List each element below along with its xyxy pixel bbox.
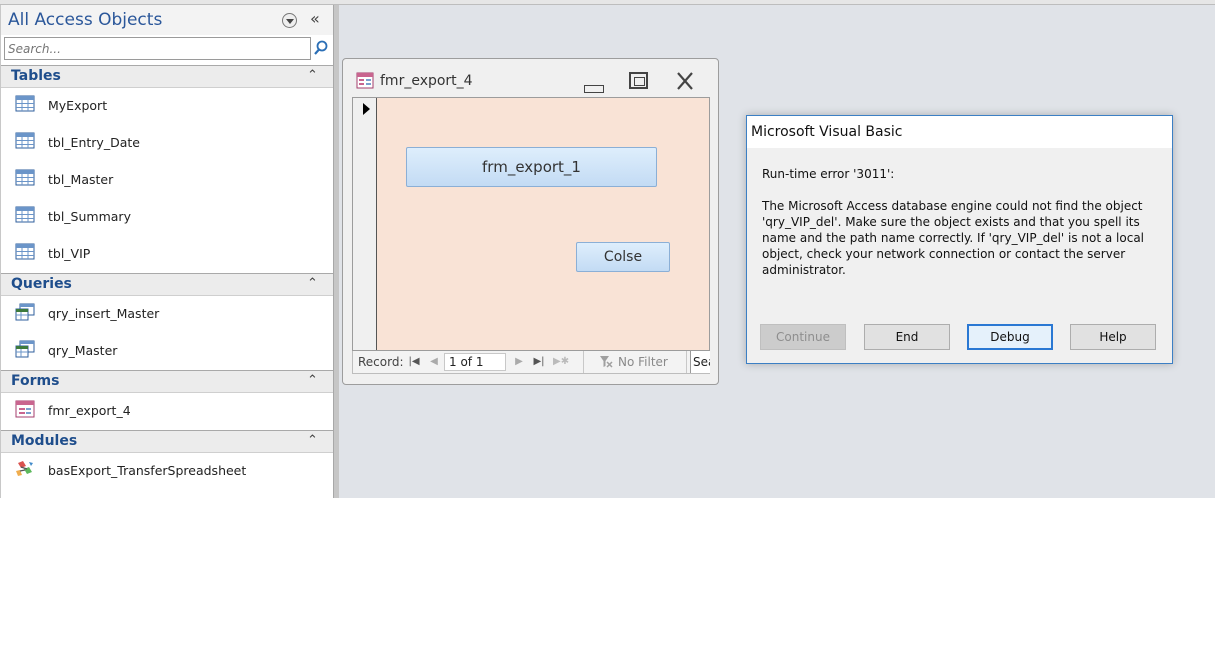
filter-icon — [600, 356, 613, 368]
form-titlebar[interactable]: fmr_export_4 — [343, 59, 718, 97]
list-item-label: tbl_Master — [48, 172, 114, 187]
list-item[interactable]: tbl_VIP — [1, 238, 333, 268]
error-code: Run-time error '3011': — [762, 167, 895, 181]
dialog-title: Microsoft Visual Basic — [751, 124, 903, 140]
table-icon — [15, 243, 35, 260]
next-record-icon[interactable]: ▶ — [513, 355, 525, 368]
search-input[interactable] — [4, 37, 311, 60]
list-item-label: basExport_TransferSpreadsheet — [48, 463, 247, 478]
vb-error-dialog: Microsoft Visual Basic Run-time error '3… — [746, 115, 1173, 364]
continue-button[interactable]: Continue — [760, 324, 846, 350]
filter-indicator[interactable]: No Filter — [583, 351, 687, 373]
list-item[interactable]: fmr_export_4 — [1, 395, 333, 425]
current-record-field[interactable]: 1 of 1 — [444, 353, 506, 371]
query-icon — [15, 340, 35, 358]
list-item-label: tbl_Summary — [48, 209, 131, 224]
last-record-icon[interactable]: ▶| — [533, 355, 545, 368]
current-record-arrow-icon — [363, 103, 370, 115]
previous-record-icon[interactable]: ◀ — [428, 355, 440, 368]
help-button[interactable]: Help — [1070, 324, 1156, 350]
record-label: Record: — [358, 355, 404, 369]
group-header-modules[interactable]: Modules ⌃ — [1, 430, 333, 453]
export-button[interactable]: frm_export_1 — [406, 147, 657, 187]
table-icon — [15, 169, 35, 186]
group-header-tables[interactable]: Tables ⌃ — [1, 65, 333, 88]
minimize-icon[interactable] — [583, 77, 604, 93]
nav-pane-header: All Access Objects « — [1, 5, 333, 35]
first-record-icon[interactable]: |◀ — [408, 355, 420, 368]
table-icon — [15, 95, 35, 112]
list-item[interactable]: MyExport — [1, 90, 333, 120]
form-detail-section: frm_export_1 Colse — [352, 97, 710, 351]
collapse-up-icon[interactable]: ⌃ — [307, 433, 318, 448]
group-header-forms[interactable]: Forms ⌃ — [1, 370, 333, 393]
group-label: Modules — [11, 433, 78, 449]
group-label: Queries — [11, 276, 72, 292]
form-window-title: fmr_export_4 — [380, 73, 473, 89]
debug-button[interactable]: Debug — [967, 324, 1053, 350]
module-icon — [16, 461, 33, 476]
filter-label: No Filter — [618, 355, 668, 369]
list-item[interactable]: tbl_Master — [1, 164, 333, 194]
group-label: Tables — [11, 68, 61, 84]
form-icon — [356, 72, 374, 89]
list-item[interactable]: tbl_Summary — [1, 201, 333, 231]
collapse-up-icon[interactable]: ⌃ — [307, 68, 318, 83]
list-item[interactable]: tbl_Entry_Date — [1, 127, 333, 157]
new-record-icon[interactable]: ▶✱ — [553, 355, 569, 368]
record-navigation-bar: Record: |◀ ◀ 1 of 1 ▶ ▶| ▶✱ No Filter Se… — [352, 351, 710, 374]
close-icon[interactable] — [674, 71, 696, 91]
end-button[interactable]: End — [864, 324, 950, 350]
form-icon — [15, 400, 35, 418]
list-item-label: qry_Master — [48, 343, 118, 358]
chevron-down-icon[interactable] — [282, 13, 297, 28]
group-header-queries[interactable]: Queries ⌃ — [1, 273, 333, 296]
dialog-titlebar[interactable]: Microsoft Visual Basic — [747, 116, 1172, 148]
group-label: Forms — [11, 373, 60, 389]
list-item-label: tbl_VIP — [48, 246, 91, 261]
record-selector[interactable] — [353, 98, 377, 350]
list-item-label: qry_insert_Master — [48, 306, 160, 321]
error-message: The Microsoft Access database engine cou… — [762, 199, 1145, 277]
double-chevron-left-icon[interactable]: « — [310, 10, 320, 28]
list-item[interactable]: qry_insert_Master — [1, 298, 333, 328]
collapse-up-icon[interactable]: ⌃ — [307, 373, 318, 388]
search-icon[interactable] — [312, 39, 330, 57]
table-icon — [15, 206, 35, 223]
form-window: fmr_export_4 frm_export_1 Colse Record: … — [342, 58, 719, 385]
list-item-label: tbl_Entry_Date — [48, 135, 140, 150]
navigation-pane: All Access Objects « Tables ⌃ MyExport t… — [0, 5, 334, 498]
collapse-up-icon[interactable]: ⌃ — [307, 276, 318, 291]
record-search-box[interactable]: Search — [690, 351, 710, 373]
close-form-button[interactable]: Colse — [576, 242, 670, 272]
maximize-icon[interactable] — [629, 72, 648, 89]
query-icon — [15, 303, 35, 321]
table-icon — [15, 132, 35, 149]
nav-pane-title[interactable]: All Access Objects — [8, 10, 162, 30]
list-item[interactable]: qry_Master — [1, 335, 333, 365]
list-item-label: MyExport — [48, 98, 108, 113]
list-item[interactable]: basExport_TransferSpreadsheet — [1, 455, 333, 485]
list-item-label: fmr_export_4 — [48, 403, 131, 418]
